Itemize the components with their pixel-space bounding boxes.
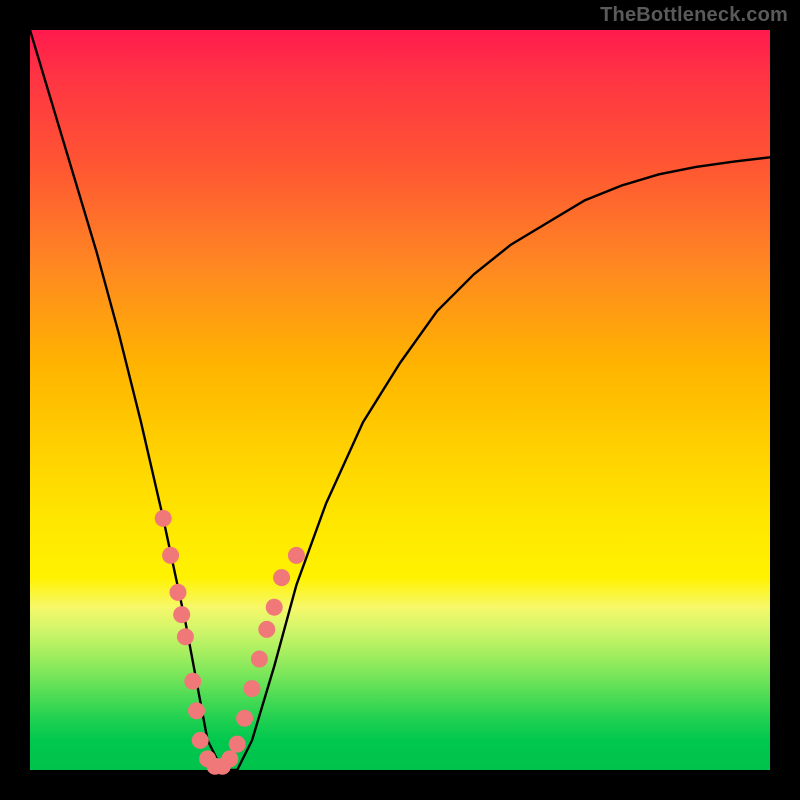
data-marker <box>184 673 201 690</box>
data-marker <box>266 599 283 616</box>
watermark-text: TheBottleneck.com <box>600 4 788 27</box>
curve-path <box>30 30 770 770</box>
data-marker <box>229 736 246 753</box>
data-marker <box>170 584 187 601</box>
plot-area <box>30 30 770 770</box>
bottleneck-curve <box>30 30 770 770</box>
data-marker <box>173 606 190 623</box>
data-marker <box>251 651 268 668</box>
marker-group <box>155 510 305 775</box>
data-marker <box>162 547 179 564</box>
data-marker <box>258 621 275 638</box>
data-marker <box>273 569 290 586</box>
data-marker <box>244 680 261 697</box>
chart-frame: TheBottleneck.com <box>0 0 800 800</box>
data-marker <box>221 750 238 767</box>
data-marker <box>288 547 305 564</box>
curve-path-group <box>30 30 770 770</box>
data-marker <box>188 702 205 719</box>
data-marker <box>192 732 209 749</box>
data-marker <box>236 710 253 727</box>
data-marker <box>155 510 172 527</box>
data-marker <box>177 628 194 645</box>
